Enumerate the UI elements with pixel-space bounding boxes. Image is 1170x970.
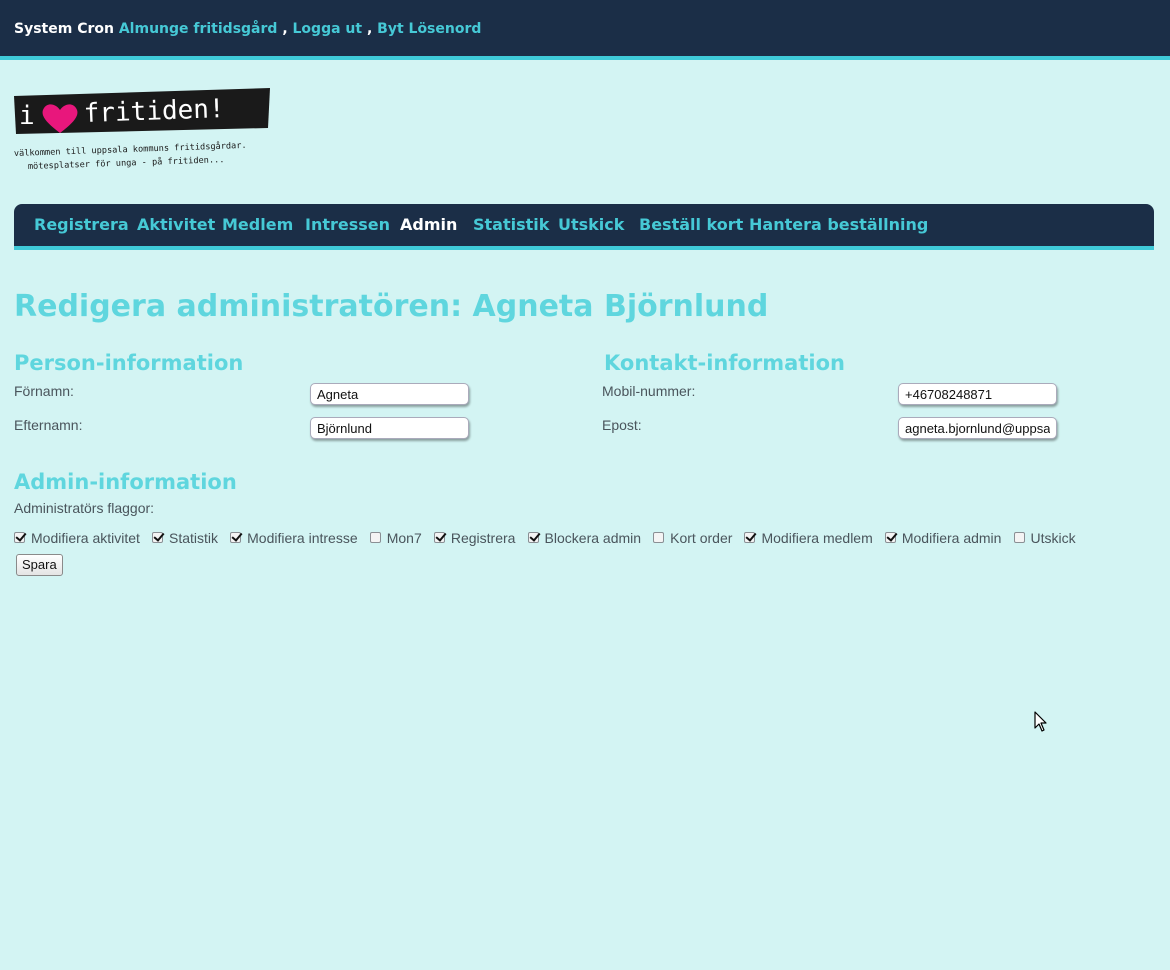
logo-word: fritiden! bbox=[83, 94, 225, 129]
flag-modifiera-aktivitet: Modifiera aktivitet bbox=[14, 530, 140, 546]
nav-admin[interactable]: Admin bbox=[400, 215, 457, 234]
checkbox-statistik[interactable] bbox=[152, 532, 164, 543]
flag-mon7: Mon7 bbox=[369, 529, 422, 546]
email-label: Epost: bbox=[602, 417, 642, 433]
logo: i fritiden! välkommen till uppsala kommu… bbox=[14, 88, 270, 172]
flag-statistik: Statistik bbox=[152, 530, 218, 546]
mobile-label: Mobil-nummer: bbox=[602, 383, 696, 399]
current-user: System Cron bbox=[14, 21, 114, 37]
user-line: System Cron Almunge fritidsgård , Logga … bbox=[14, 21, 481, 37]
nav-utskick[interactable]: Utskick bbox=[558, 215, 624, 234]
flag-blockera-admin: Blockera admin bbox=[527, 529, 642, 546]
flag-label: Registrera bbox=[450, 529, 516, 546]
logo-i: i bbox=[19, 101, 35, 131]
flag-label: Blockera admin bbox=[544, 529, 642, 546]
nav-aktivitet[interactable]: Aktivitet bbox=[137, 215, 215, 234]
checkbox-modifiera-medlem[interactable] bbox=[744, 532, 756, 543]
admin-info-heading: Admin-information bbox=[14, 470, 237, 494]
separator: , bbox=[366, 21, 373, 37]
flag-label: Modifiera admin bbox=[901, 529, 1002, 546]
main-nav: Registrera Aktivitet Medlem Intressen Ad… bbox=[14, 204, 1154, 250]
admin-flags-label: Administratörs flaggor: bbox=[14, 500, 155, 516]
first-name-label: Förnamn: bbox=[14, 383, 74, 399]
top-bar: System Cron Almunge fritidsgård , Logga … bbox=[0, 0, 1170, 60]
flag-registrera: Registrera bbox=[433, 529, 516, 546]
nav-hantera-bestallning[interactable]: Hantera beställning bbox=[749, 215, 928, 234]
contact-info-heading: Kontakt-information bbox=[604, 351, 845, 375]
mouse-cursor-icon bbox=[1034, 711, 1047, 732]
flag-label: Utskick bbox=[1030, 529, 1076, 546]
checkbox-blockera-admin[interactable] bbox=[527, 532, 539, 543]
nav-medlem[interactable]: Medlem bbox=[222, 215, 293, 234]
flag-label: Modifiera medlem bbox=[761, 529, 873, 546]
save-button[interactable]: Spara bbox=[16, 554, 63, 576]
flag-kort-order: Kort order bbox=[653, 530, 732, 546]
nav-statistik[interactable]: Statistik bbox=[473, 215, 549, 234]
logout-link[interactable]: Logga ut bbox=[293, 21, 363, 37]
checkbox-modifiera-intresse[interactable] bbox=[230, 532, 242, 543]
change-password-link[interactable]: Byt Lösenord bbox=[377, 21, 481, 37]
email-field[interactable] bbox=[898, 417, 1057, 439]
flag-label: Mon7 bbox=[386, 529, 422, 546]
last-name-label: Efternamn: bbox=[14, 417, 83, 433]
checkbox-modifiera-aktivitet[interactable] bbox=[14, 532, 25, 543]
checkbox-kort-order[interactable] bbox=[653, 532, 665, 543]
admin-flags: Modifiera aktivitet Statistik Modifiera … bbox=[14, 528, 1083, 546]
flag-utskick: Utskick bbox=[1013, 529, 1076, 546]
flag-modifiera-medlem: Modifiera medlem bbox=[744, 529, 873, 546]
flag-modifiera-admin: Modifiera admin bbox=[884, 529, 1002, 546]
flag-label: Modifiera aktivitet bbox=[31, 529, 140, 546]
checkbox-mon7[interactable] bbox=[369, 532, 381, 543]
checkbox-registrera[interactable] bbox=[433, 532, 445, 543]
person-info-heading: Person-information bbox=[14, 351, 244, 375]
checkbox-modifiera-admin[interactable] bbox=[884, 532, 896, 543]
last-name-field[interactable] bbox=[310, 417, 469, 439]
flag-modifiera-intresse: Modifiera intresse bbox=[230, 530, 358, 546]
separator: , bbox=[282, 21, 288, 37]
link-fritidsgard[interactable]: Almunge fritidsgård bbox=[119, 21, 278, 37]
flag-label: Kort order bbox=[670, 529, 733, 546]
nav-registrera[interactable]: Registrera bbox=[34, 215, 129, 234]
nav-intressen[interactable]: Intressen bbox=[305, 215, 390, 234]
flag-label: Statistik bbox=[169, 529, 219, 546]
first-name-field[interactable] bbox=[310, 383, 469, 405]
nav-bestall-kort[interactable]: Beställ kort bbox=[639, 215, 743, 234]
flag-label: Modifiera intresse bbox=[247, 529, 358, 546]
mobile-field[interactable] bbox=[898, 383, 1057, 405]
checkbox-utskick[interactable] bbox=[1013, 532, 1025, 543]
page-title: Redigera administratören: Agneta Björnlu… bbox=[14, 289, 769, 324]
